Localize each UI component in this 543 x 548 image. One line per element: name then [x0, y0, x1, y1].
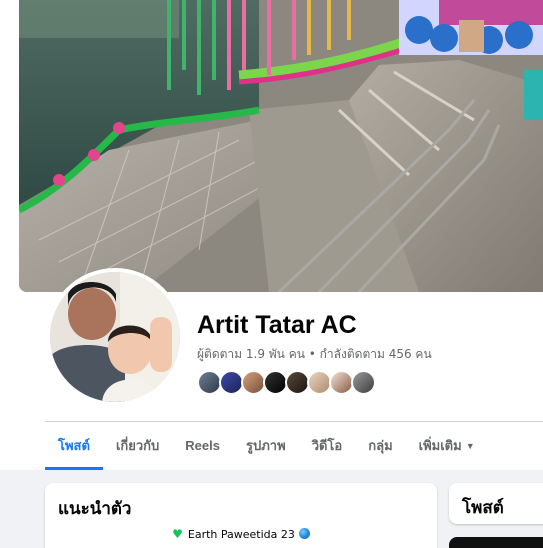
profile-name: Artit Tatar AC [197, 311, 357, 339]
profile-tabs: โพสต์ เกี่ยวกับ Reels รูปภาพ วิดีโอ กลุ่… [45, 424, 488, 470]
cover-photo[interactable] [19, 0, 543, 292]
tab-reels[interactable]: Reels [172, 424, 233, 470]
tab-label: วิดีโอ [311, 438, 343, 453]
post-composer-preview [449, 537, 543, 548]
tab-label: กลุ่ม [368, 438, 393, 453]
green-heart-icon: ♥ [172, 527, 183, 541]
tab-label: Reels [185, 438, 220, 453]
posts-card: โพสต์ [449, 483, 543, 524]
friend-avatar[interactable] [351, 370, 376, 395]
tab-label: เกี่ยวกับ [115, 438, 160, 453]
tab-label: โพสต์ [58, 438, 90, 453]
tab-about[interactable]: เกี่ยวกับ [103, 424, 172, 470]
header-divider [45, 421, 543, 422]
tab-posts[interactable]: โพสต์ [45, 424, 103, 470]
tab-label: เพิ่มเติม [418, 438, 462, 453]
posts-title: โพสต์ [462, 498, 504, 517]
caret-down-icon: ▼ [465, 441, 475, 451]
profile-avatar[interactable] [46, 268, 184, 406]
bio-text: Earth Paweetida 23 [187, 528, 295, 541]
intro-bio: ♥ Earth Paweetida 23 [45, 527, 437, 541]
tab-photos[interactable]: รูปภาพ [233, 424, 299, 470]
tab-more[interactable]: เพิ่มเติม ▼ [406, 424, 488, 470]
tab-groups[interactable]: กลุ่ม [355, 424, 405, 470]
follow-stats[interactable]: ผู้ติดตาม 1.9 พัน คน • กำลังติดตาม 456 ค… [197, 345, 432, 364]
tab-videos[interactable]: วิดีโอ [299, 424, 356, 470]
intro-card: แนะนำตัว ♥ Earth Paweetida 23 [45, 483, 437, 548]
intro-title: แนะนำตัว [58, 499, 132, 518]
tab-label: รูปภาพ [246, 438, 286, 453]
globe-icon [298, 528, 310, 539]
friend-avatars-row[interactable] [197, 370, 376, 395]
